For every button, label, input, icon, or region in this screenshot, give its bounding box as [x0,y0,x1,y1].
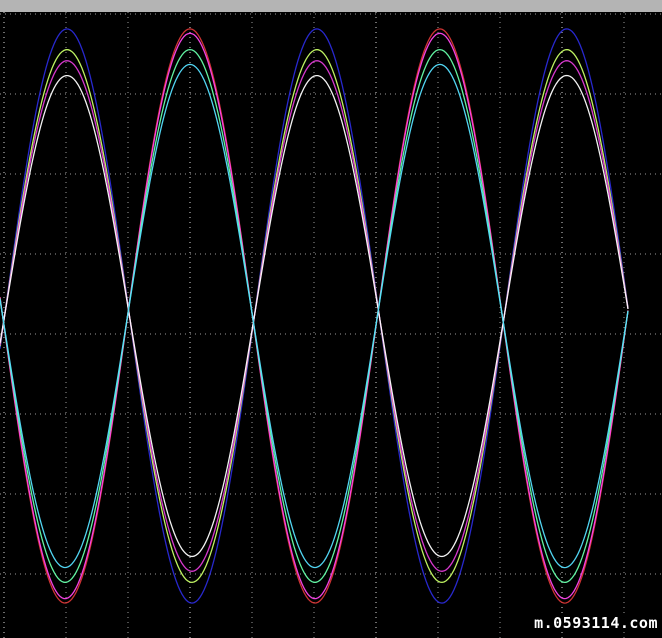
oscilloscope-screen [0,12,662,638]
window-title-bar [0,0,662,12]
watermark-text: m.0593114.com [532,614,660,632]
screen-background [0,12,662,638]
